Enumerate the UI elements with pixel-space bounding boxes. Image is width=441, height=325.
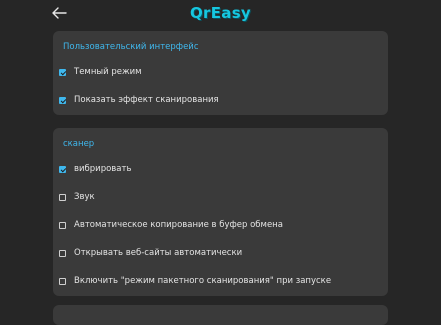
sound-checkbox[interactable] [59,193,66,201]
option-label: Звук [74,192,95,202]
option-label: вибрировать [74,164,132,174]
option-label: Автоматическое копирование в буфер обмен… [74,220,283,230]
dark-mode-checkbox[interactable] [59,68,66,76]
auto-copy-option[interactable]: Автоматическое копирование в буфер обмен… [59,217,283,233]
scan-effect-option[interactable]: Показать эффект сканирования [59,92,219,108]
auto-open-websites-checkbox[interactable] [59,249,66,257]
section-title: Пользовательский интерфейс [63,42,199,52]
top-app-bar: QrEasy [0,0,441,28]
settings-card-next [53,305,388,325]
batch-scan-checkbox[interactable] [59,277,66,285]
app-logo: QrEasy [189,4,252,22]
option-label: Открывать веб-сайты автоматически [74,248,243,258]
scan-effect-checkbox[interactable] [59,96,66,104]
vibrate-checkbox[interactable] [59,165,66,173]
option-label: Включить "режим пакетного сканирования" … [74,276,332,286]
option-label: Показать эффект сканирования [74,95,219,105]
auto-copy-checkbox[interactable] [59,221,66,229]
section-title: сканер [63,139,95,149]
sound-option[interactable]: Звук [59,189,95,205]
settings-card-scanner: сканер вибрировать Звук Автоматическое к… [53,128,388,296]
option-label: Темный режим [74,67,142,77]
settings-card-user-interface: Пользовательский интерфейс Темный режим … [53,31,388,115]
dark-mode-option[interactable]: Темный режим [59,64,142,80]
batch-scan-option[interactable]: Включить "режим пакетного сканирования" … [59,273,331,289]
auto-open-websites-option[interactable]: Открывать веб-сайты автоматически [59,245,242,261]
vibrate-option[interactable]: вибрировать [59,161,131,177]
